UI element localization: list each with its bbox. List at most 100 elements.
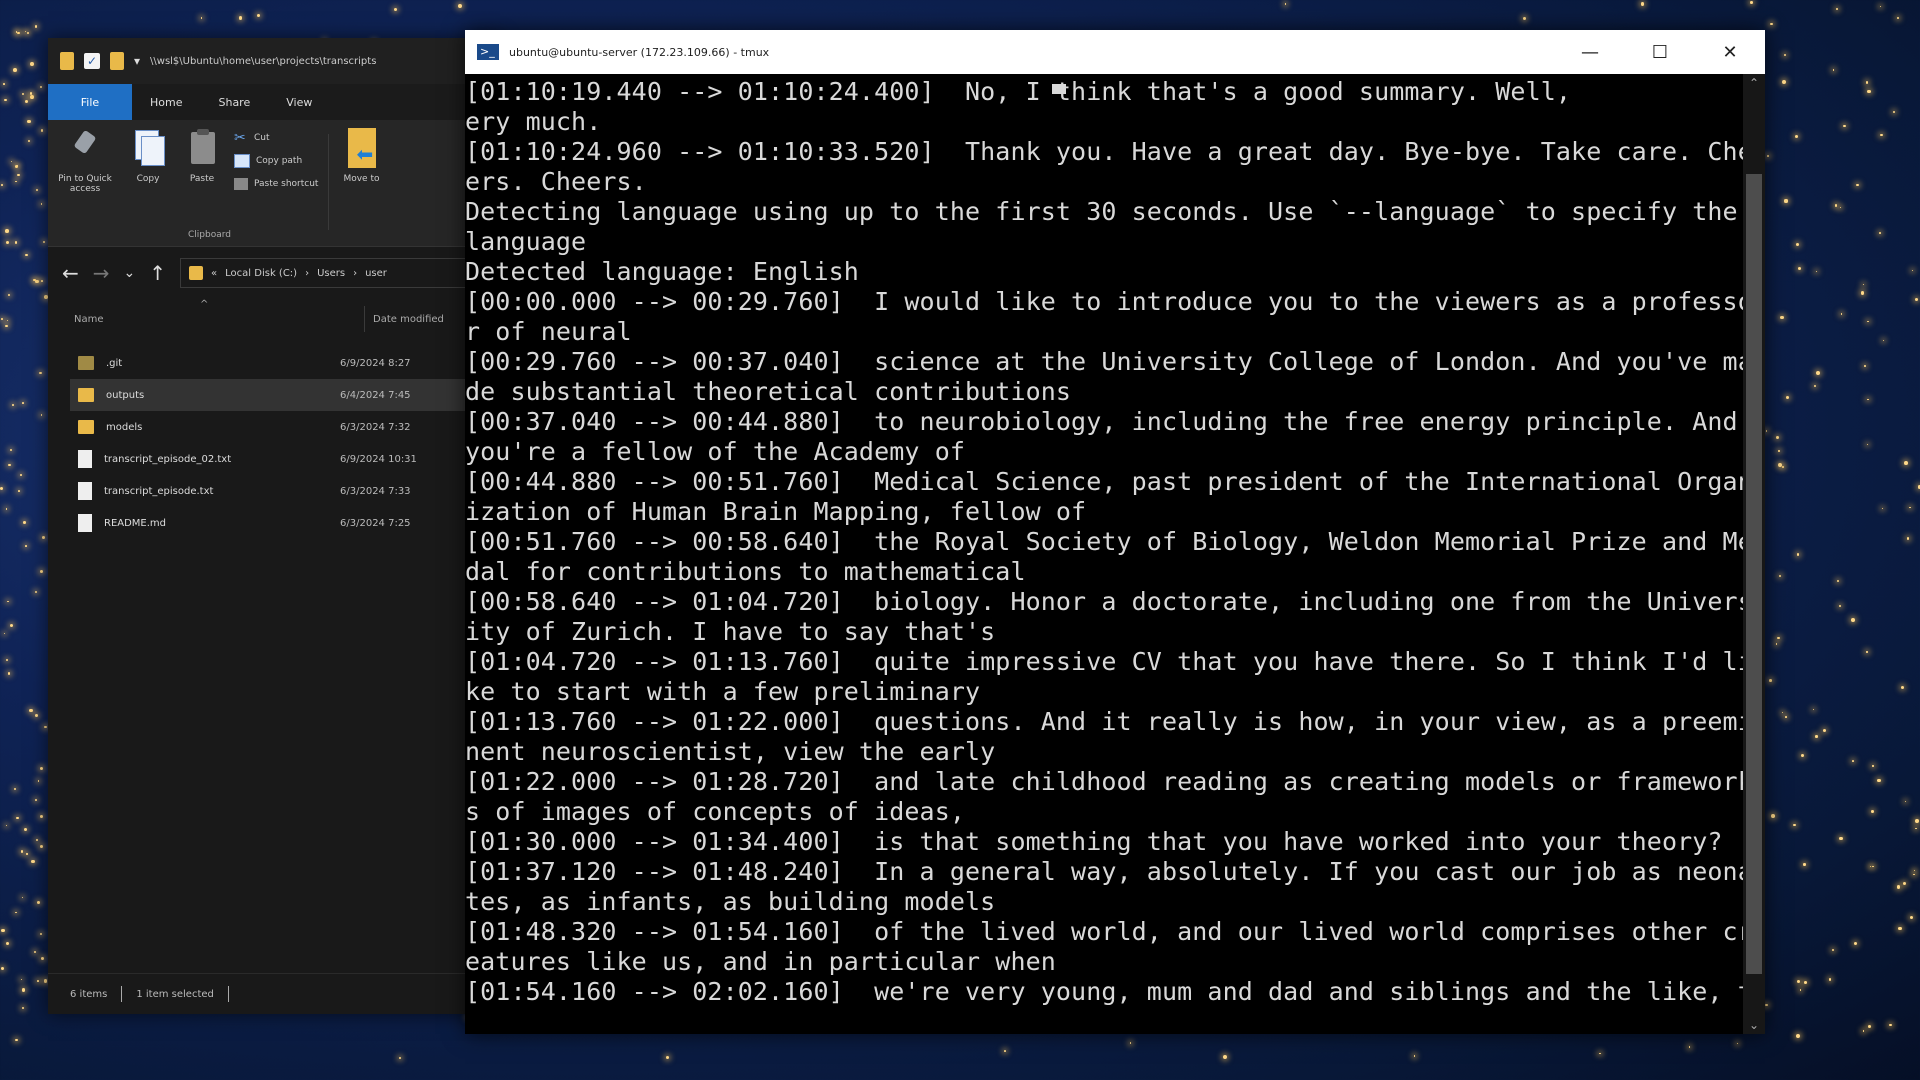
file-name-cell: transcript_episode_02.txt [70,450,340,468]
close-button[interactable]: ✕ [1695,30,1765,74]
file-row[interactable]: .git 6/9/2024 8:27 [70,347,500,379]
copy-path-button[interactable]: Copy path [234,154,318,168]
breadcrumb-item[interactable]: Users [317,268,345,279]
star-dot [1781,466,1785,469]
file-explorer-window[interactable]: ✓ ▾ \\wsl$\Ubuntu\home\user\projects\tra… [48,38,500,1014]
terminal-line: ization of Human Brain Mapping, fellow o… [465,497,1087,526]
star-dot [41,280,43,282]
file-icon [78,482,92,500]
scissors-icon: ✂ [234,130,246,146]
star-dot [1903,461,1908,466]
star-dot [1866,651,1868,653]
terminal-line: dal for contributions to mathematical [465,557,1026,586]
star-dot [27,119,32,124]
breadcrumb-item[interactable]: Local Disk (C:) [225,268,297,279]
pin-label: Pin to Quick access [58,174,112,194]
star-dot [1784,199,1788,203]
column-header-date[interactable]: Date modified [373,314,444,325]
column-header-name[interactable]: Name [48,314,364,325]
paste-shortcut-button[interactable]: Paste shortcut [234,178,318,190]
star-dot [21,402,24,404]
terminal-line: ke to start with a few preliminary [465,677,981,706]
scrollbar-thumb[interactable] [1746,174,1762,974]
file-row[interactable]: models 6/3/2024 7:32 [70,411,500,443]
file-date: 6/3/2024 7:32 [340,421,411,433]
star-dot [1872,765,1874,767]
maximize-button[interactable]: ☐ [1625,30,1695,74]
star-dot [1903,882,1907,886]
star-dot [665,1055,670,1059]
terminal-scrollbar[interactable]: ⌃ ⌄ [1743,74,1765,1034]
status-divider [121,986,123,1002]
star-dot [1898,927,1902,931]
paste-shortcut-label: Paste shortcut [254,179,319,189]
terminal-line: r of neural [465,317,632,346]
ribbon-divider [328,134,330,230]
terminal-line: [00:29.760 --> 00:37.040] science at the… [465,347,1743,376]
recent-locations-icon[interactable]: ⌄ [124,265,136,281]
star-dot [5,824,7,827]
star-dot [6,658,9,662]
up-arrow-icon[interactable]: ↑ [149,261,166,285]
star-dot [394,7,398,11]
minimize-button[interactable]: — [1555,30,1625,74]
forward-arrow-icon[interactable]: → [93,261,110,285]
star-dot [14,241,18,244]
tab-view[interactable]: View [268,84,330,120]
column-divider[interactable] [364,306,365,332]
terminal-line: eatures like us, and in particular when [465,947,1056,976]
star-dot [19,473,22,476]
breadcrumb-item[interactable]: user [365,268,387,279]
star-dot [1868,1025,1872,1029]
cut-button[interactable]: ✂ Cut [234,130,318,146]
back-arrow-icon[interactable]: ← [62,261,79,285]
new-folder-icon[interactable] [110,52,124,70]
star-dot [1854,941,1858,946]
star-dot [39,845,43,849]
copy-path-label: Copy path [256,156,303,166]
file-row[interactable]: outputs 6/4/2024 7:45 [70,379,500,411]
copy-button[interactable]: Copy [126,128,170,246]
star-dot [1800,753,1805,758]
address-bar[interactable]: « Local Disk (C:) › Users › user [180,258,500,288]
file-row[interactable]: transcript_episode.txt 6/3/2024 7:33 [70,475,500,507]
move-to-button[interactable]: Move to [339,128,383,246]
paste-shortcut-icon [234,178,248,190]
terminal-titlebar[interactable]: >_ ubuntu@ubuntu-server (172.23.109.66) … [465,30,1765,74]
terminal-output[interactable]: [01:10:19.440 --> 01:10:24.400] No, I th… [465,74,1743,1034]
breadcrumb-overflow[interactable]: « [211,268,217,279]
tab-share[interactable]: Share [200,84,268,120]
file-row[interactable]: transcript_episode_02.txt 6/9/2024 10:31 [70,443,500,475]
scroll-up-icon[interactable]: ⌃ [1743,76,1765,90]
star-dot [1863,1030,1865,1032]
terminal-line: [01:10:24.960 --> 01:10:33.520] Thank yo… [465,137,1743,166]
folder-icon[interactable] [60,52,74,70]
properties-icon[interactable]: ✓ [84,53,100,69]
scroll-down-icon[interactable]: ⌄ [1743,1018,1765,1032]
star-dot [28,708,33,713]
star-dot [1879,5,1881,7]
terminal-text: [01:10:19.440 --> 01:10:24.400] No, I th… [465,74,1743,1007]
file-row[interactable]: README.md 6/3/2024 7:25 [70,507,500,539]
star-dot [256,13,260,17]
star-dot [33,951,36,954]
move-to-icon [344,128,378,168]
star-dot [20,978,23,981]
star-dot [25,100,29,104]
star-dot [44,725,47,728]
tab-file[interactable]: File [48,84,132,120]
star-dot [1882,339,1885,342]
copy-path-icon [234,154,250,168]
star-dot [1413,1055,1416,1057]
chevron-down-icon[interactable]: ▾ [134,54,140,68]
star-dot [1892,110,1895,113]
pin-button[interactable]: Pin to Quick access [54,128,116,246]
star-dot [1837,580,1840,583]
star-dot [458,4,463,8]
terminal-window[interactable]: >_ ubuntu@ubuntu-server (172.23.109.66) … [465,30,1765,1034]
star-dot [16,816,19,820]
terminal-line: [00:58.640 --> 01:04.720] biology. Honor… [465,587,1743,616]
tab-home[interactable]: Home [132,84,200,120]
star-dot [1,184,4,186]
paste-button[interactable]: Paste [180,128,224,246]
